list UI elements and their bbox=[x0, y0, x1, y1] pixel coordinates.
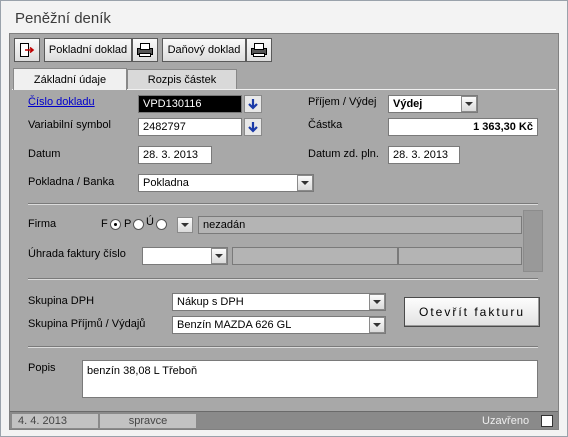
uzavreno-checkbox[interactable] bbox=[541, 415, 553, 427]
skupina-dph-select[interactable]: Nákup s DPH bbox=[172, 293, 386, 311]
printer-icon bbox=[136, 42, 154, 58]
tab-zakladni-udaje[interactable]: Základní údaje bbox=[13, 68, 127, 90]
firma-field[interactable]: nezadán bbox=[198, 216, 522, 234]
cislo-dokladu-arrow-button[interactable] bbox=[244, 95, 262, 113]
danovy-doklad-button[interactable]: Daňový doklad bbox=[162, 38, 246, 62]
status-user: spravce bbox=[100, 414, 196, 428]
status-date: 4. 4. 2013 bbox=[12, 414, 98, 428]
variabilni-symbol-field[interactable]: 2482797 bbox=[138, 118, 242, 136]
divider bbox=[28, 203, 538, 205]
prijem-vydej-dropdown[interactable] bbox=[461, 96, 477, 112]
firma-scrollbar[interactable] bbox=[523, 210, 543, 272]
chevron-down-icon bbox=[215, 254, 223, 258]
firma-radio-u-label: Ú bbox=[146, 216, 154, 228]
pokladna-banka-select[interactable]: Pokladna bbox=[138, 174, 314, 192]
datum-zd-pln-field[interactable]: 28. 3. 2013 bbox=[388, 146, 460, 164]
exit-door-icon bbox=[19, 42, 35, 58]
chevron-down-icon bbox=[465, 102, 473, 106]
uzavreno-label: Uzavřeno bbox=[482, 415, 530, 427]
uhrada-faktury-detail-2 bbox=[398, 247, 522, 265]
cislo-dokladu-field[interactable]: VPD130116 bbox=[138, 95, 242, 113]
arrow-down-icon bbox=[248, 122, 258, 133]
skupina-dph-label: Skupina DPH bbox=[28, 295, 95, 307]
tab-panel-zakladni: Číslo dokladu VPD130116 Variabilní symbo… bbox=[12, 89, 556, 409]
chevron-down-icon bbox=[181, 223, 189, 227]
castka-label: Částka bbox=[308, 119, 343, 131]
status-bar: 4. 4. 2013 spravce Uzavřeno bbox=[10, 411, 558, 429]
exit-button[interactable] bbox=[14, 38, 40, 62]
divider bbox=[28, 278, 538, 280]
chevron-down-icon bbox=[373, 323, 381, 327]
uhrada-faktury-detail-1 bbox=[232, 247, 398, 265]
arrow-down-icon bbox=[248, 99, 258, 110]
divider bbox=[28, 346, 538, 348]
pokladni-doklad-button[interactable]: Pokladní doklad bbox=[44, 38, 132, 62]
tab-rozpis-castek[interactable]: Rozpis částek bbox=[127, 69, 237, 89]
chevron-down-icon bbox=[301, 181, 309, 185]
datum-field[interactable]: 28. 3. 2013 bbox=[138, 146, 212, 164]
firma-radio-u[interactable] bbox=[156, 219, 167, 230]
skupina-prijmu-label: Skupina Příjmů / Výdajů bbox=[28, 318, 146, 330]
main-panel: Pokladní doklad Daňový doklad Základní ú… bbox=[9, 33, 559, 430]
uhrada-faktury-dropdown[interactable] bbox=[211, 248, 227, 264]
skupina-prijmu-dropdown[interactable] bbox=[369, 317, 385, 333]
app-window: Peněžní deník Pokladní doklad Daňový dok… bbox=[0, 0, 568, 437]
firma-radio-p[interactable] bbox=[133, 219, 144, 230]
firma-radio-f[interactable] bbox=[110, 219, 121, 230]
prijem-vydej-label: Příjem / Výdej bbox=[308, 96, 377, 108]
datum-zd-pln-label: Datum zd. pln. bbox=[308, 148, 379, 160]
printer-icon bbox=[250, 42, 268, 58]
firma-radio-f-label: F bbox=[101, 218, 108, 230]
skupina-dph-dropdown[interactable] bbox=[369, 294, 385, 310]
uhrada-faktury-label: Úhrada faktury číslo bbox=[28, 248, 126, 260]
variabilni-symbol-arrow-button[interactable] bbox=[244, 118, 262, 136]
print-danovy-button[interactable] bbox=[246, 38, 272, 62]
firma-radio-p-label: P bbox=[124, 218, 132, 230]
variabilni-symbol-label: Variabilní symbol bbox=[28, 119, 111, 131]
datum-label: Datum bbox=[28, 148, 61, 160]
chevron-down-icon bbox=[373, 300, 381, 304]
castka-field[interactable]: 1 363,30 Kč bbox=[388, 118, 538, 136]
skupina-prijmu-select[interactable]: Benzín MAZDA 626 GL bbox=[172, 316, 386, 334]
print-pokladni-button[interactable] bbox=[132, 38, 158, 62]
popis-label: Popis bbox=[28, 362, 56, 374]
otevrit-fakturu-button[interactable]: Otevřít fakturu bbox=[404, 297, 540, 327]
pokladna-banka-dropdown[interactable] bbox=[297, 175, 313, 191]
cislo-dokladu-label[interactable]: Číslo dokladu bbox=[28, 96, 95, 108]
firma-dropdown[interactable] bbox=[177, 217, 193, 233]
popis-textarea[interactable]: benzín 38,08 L Třeboň bbox=[82, 360, 538, 398]
pokladna-banka-label: Pokladna / Banka bbox=[28, 176, 115, 188]
firma-label: Firma bbox=[28, 218, 57, 230]
window-title: Peněžní deník bbox=[15, 10, 111, 27]
